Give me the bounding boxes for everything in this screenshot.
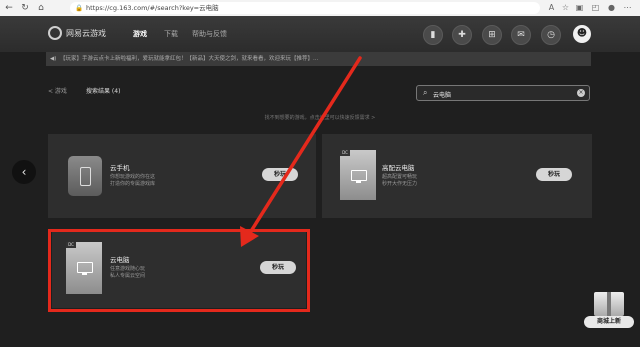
highlight-box [48, 229, 310, 312]
card-desc-line: 超高配置可畅玩 [382, 174, 418, 180]
results-count: 搜索结果 (4) [86, 88, 121, 95]
app-header: 网易云游戏 游戏 下载 帮助与反馈 ▮ ✚ ⊞ ✉ ◷ ☻ [0, 16, 640, 52]
result-card[interactable]: DC 高配云电脑 超高配置可畅玩 秒开大作无压力 秒玩 [322, 134, 592, 218]
nav-help[interactable]: 帮助与反馈 [192, 29, 227, 39]
announcement-text: 【玩家】手游云点卡上新啦福利，爱玩就能拿红包！【新品】大天使之剑，就来看看，欢迎… [60, 56, 319, 62]
promo-text: 商城上新 [584, 316, 634, 328]
download-client-icon[interactable]: ▮ [423, 25, 443, 45]
more-icon[interactable]: ⋯ [622, 2, 633, 13]
history-icon[interactable]: ◷ [541, 25, 561, 45]
result-card[interactable]: 云手机 你想玩游戏的你在这 打造你的专属游戏库 秒玩 [48, 134, 316, 218]
gift-box-icon [594, 292, 624, 316]
feedback-hint[interactable]: 找不到想要的游戏，点击这里可以快速反馈需求 > [0, 114, 640, 121]
announcement-bar[interactable]: ◀) 【玩家】手游云点卡上新啦福利，爱玩就能拿红包！【新品】大天使之剑，就来看看… [46, 52, 591, 66]
read-aloud-icon[interactable]: A [546, 2, 557, 13]
card-desc: 你想玩游戏的你在这 打造你的专属游戏库 [110, 174, 155, 188]
nav-games[interactable]: 游戏 [133, 29, 147, 39]
speaker-icon: ◀) [50, 56, 57, 62]
home-icon[interactable]: ⌂ [36, 3, 46, 13]
logo-icon [48, 26, 62, 40]
play-button[interactable]: 秒玩 [262, 168, 298, 181]
refresh-icon[interactable]: ↻ [20, 3, 30, 13]
extensions-icon[interactable]: ◰ [590, 2, 601, 13]
nav-download[interactable]: 下载 [164, 29, 178, 39]
gift-icon[interactable]: ⊞ [482, 25, 502, 45]
clear-icon[interactable]: × [577, 89, 585, 97]
logo[interactable]: 网易云游戏 [48, 26, 106, 40]
card-desc-line: 秒开大作无压力 [382, 181, 418, 187]
address-bar[interactable]: 🔒 https://cg.163.com/#/search?key=云电脑 [70, 2, 540, 14]
favorite-icon[interactable]: ☆ [560, 2, 571, 13]
address-text: https://cg.163.com/#/search?key=云电脑 [86, 4, 219, 12]
back-icon[interactable]: ← [4, 3, 14, 13]
browser-toolbar: ← ↻ ⌂ 🔒 https://cg.163.com/#/search?key=… [0, 0, 640, 17]
promo-badge[interactable]: 商城上新 [584, 290, 634, 334]
card-tag: DC [340, 150, 350, 156]
search-value: 云电脑 [433, 92, 452, 99]
back-link[interactable]: < 游戏 [48, 86, 67, 95]
card-desc-line: 打造你的专属游戏库 [110, 181, 156, 187]
mail-icon[interactable]: ✉ [511, 25, 531, 45]
prev-arrow-button[interactable]: ‹ [12, 160, 36, 184]
logo-text: 网易云游戏 [66, 28, 106, 38]
phone-icon [68, 156, 102, 196]
collections-icon[interactable]: ▣ [574, 2, 585, 13]
avatar[interactable]: ☻ [573, 25, 591, 43]
profile-icon[interactable]: ● [606, 2, 617, 13]
card-desc: 超高配置可畅玩 秒开大作无压力 [382, 174, 417, 188]
search-icon: ⌕ [423, 88, 428, 97]
search-input[interactable]: ⌕ 云电脑 × [416, 85, 590, 101]
card-title: 高配云电脑 [382, 164, 415, 172]
monitor-icon [351, 170, 367, 181]
pc-box-icon: DC [340, 150, 376, 200]
play-button[interactable]: 秒玩 [536, 168, 572, 181]
card-title: 云手机 [110, 164, 130, 172]
lock-icon: 🔒 [75, 4, 84, 12]
gamepad-icon[interactable]: ✚ [452, 25, 472, 45]
card-desc-line: 你想玩游戏的你在这 [110, 174, 156, 180]
